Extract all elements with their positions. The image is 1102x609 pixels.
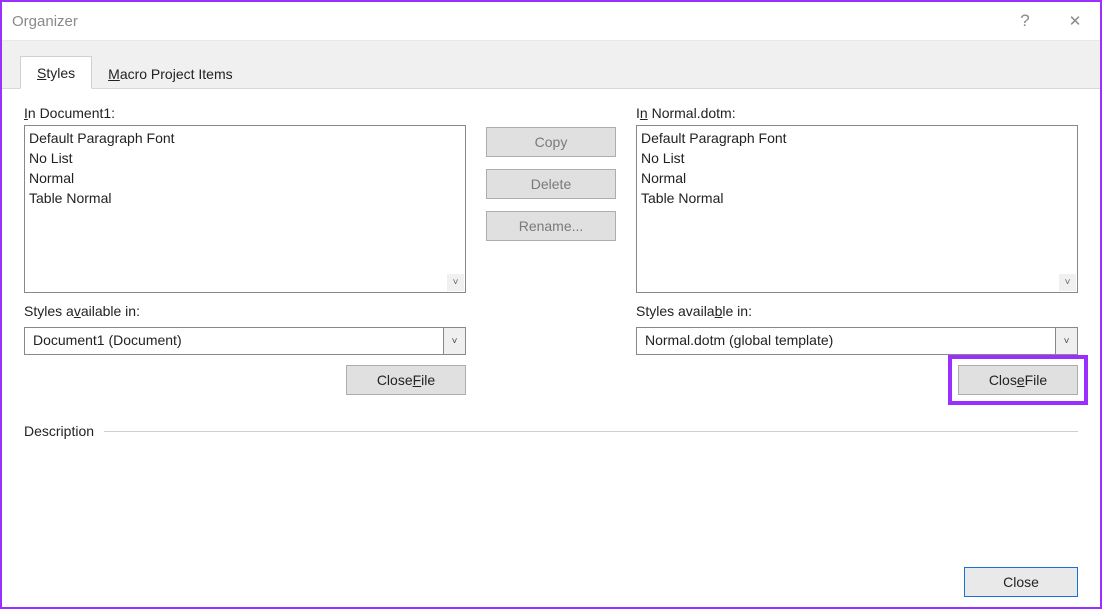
list-item[interactable]: No List: [29, 148, 461, 168]
tab-styles-rest: tyles: [46, 65, 75, 81]
list-item[interactable]: Table Normal: [641, 188, 1073, 208]
tab-macro-project-items[interactable]: Macro Project Items: [92, 58, 249, 89]
chevron-down-icon[interactable]: ˅: [443, 328, 465, 354]
right-in-label: In Normal.dotm:: [636, 105, 1078, 121]
list-item[interactable]: Default Paragraph Font: [641, 128, 1073, 148]
combo-value: Document1 (Document): [25, 328, 443, 354]
right-close-file-button[interactable]: Close File: [958, 365, 1078, 395]
rename-button[interactable]: Rename...: [486, 211, 616, 241]
help-icon[interactable]: ?: [1000, 2, 1050, 40]
tab-macros-rest: acro Project Items: [120, 66, 233, 82]
chevron-down-icon[interactable]: ˅: [1059, 274, 1076, 291]
chevron-down-icon[interactable]: ˅: [447, 274, 464, 291]
left-pane: In Document1: Default Paragraph Font No …: [24, 105, 466, 405]
highlight-annotation: Close File: [948, 355, 1088, 405]
organizer-dialog: Organizer ? ✕ Styles Macro Project Items…: [0, 0, 1102, 609]
copy-button[interactable]: Copy: [486, 127, 616, 157]
right-pane: In Normal.dotm: Default Paragraph Font N…: [636, 105, 1078, 405]
close-icon[interactable]: ✕: [1050, 2, 1100, 40]
tab-strip: Styles Macro Project Items: [2, 40, 1100, 88]
right-available-label: Styles available in:: [636, 303, 1078, 319]
right-available-combo[interactable]: Normal.dotm (global template) ˅: [636, 327, 1078, 355]
list-item[interactable]: No List: [641, 148, 1073, 168]
divider: [104, 431, 1078, 432]
combo-value: Normal.dotm (global template): [637, 328, 1055, 354]
description-section: Description: [24, 423, 1078, 439]
list-item[interactable]: Normal: [29, 168, 461, 188]
right-style-list[interactable]: Default Paragraph Font No List Normal Ta…: [636, 125, 1078, 293]
window-title: Organizer: [12, 13, 78, 30]
dialog-footer: Close: [24, 557, 1078, 597]
tab-styles[interactable]: Styles: [20, 56, 92, 89]
left-in-label: In Document1:: [24, 105, 466, 121]
list-item[interactable]: Default Paragraph Font: [29, 128, 461, 148]
tab-content: In Document1: Default Paragraph Font No …: [2, 88, 1100, 607]
chevron-down-icon[interactable]: ˅: [1055, 328, 1077, 354]
list-item[interactable]: Normal: [641, 168, 1073, 188]
left-close-file-button[interactable]: Close File: [346, 365, 466, 395]
middle-buttons: Copy Delete Rename...: [486, 105, 616, 405]
close-button[interactable]: Close: [964, 567, 1078, 597]
titlebar: Organizer ? ✕: [2, 2, 1100, 40]
delete-button[interactable]: Delete: [486, 169, 616, 199]
left-available-combo[interactable]: Document1 (Document) ˅: [24, 327, 466, 355]
left-style-list[interactable]: Default Paragraph Font No List Normal Ta…: [24, 125, 466, 293]
description-label: Description: [24, 423, 94, 439]
list-item[interactable]: Table Normal: [29, 188, 461, 208]
left-available-label: Styles available in:: [24, 303, 466, 319]
